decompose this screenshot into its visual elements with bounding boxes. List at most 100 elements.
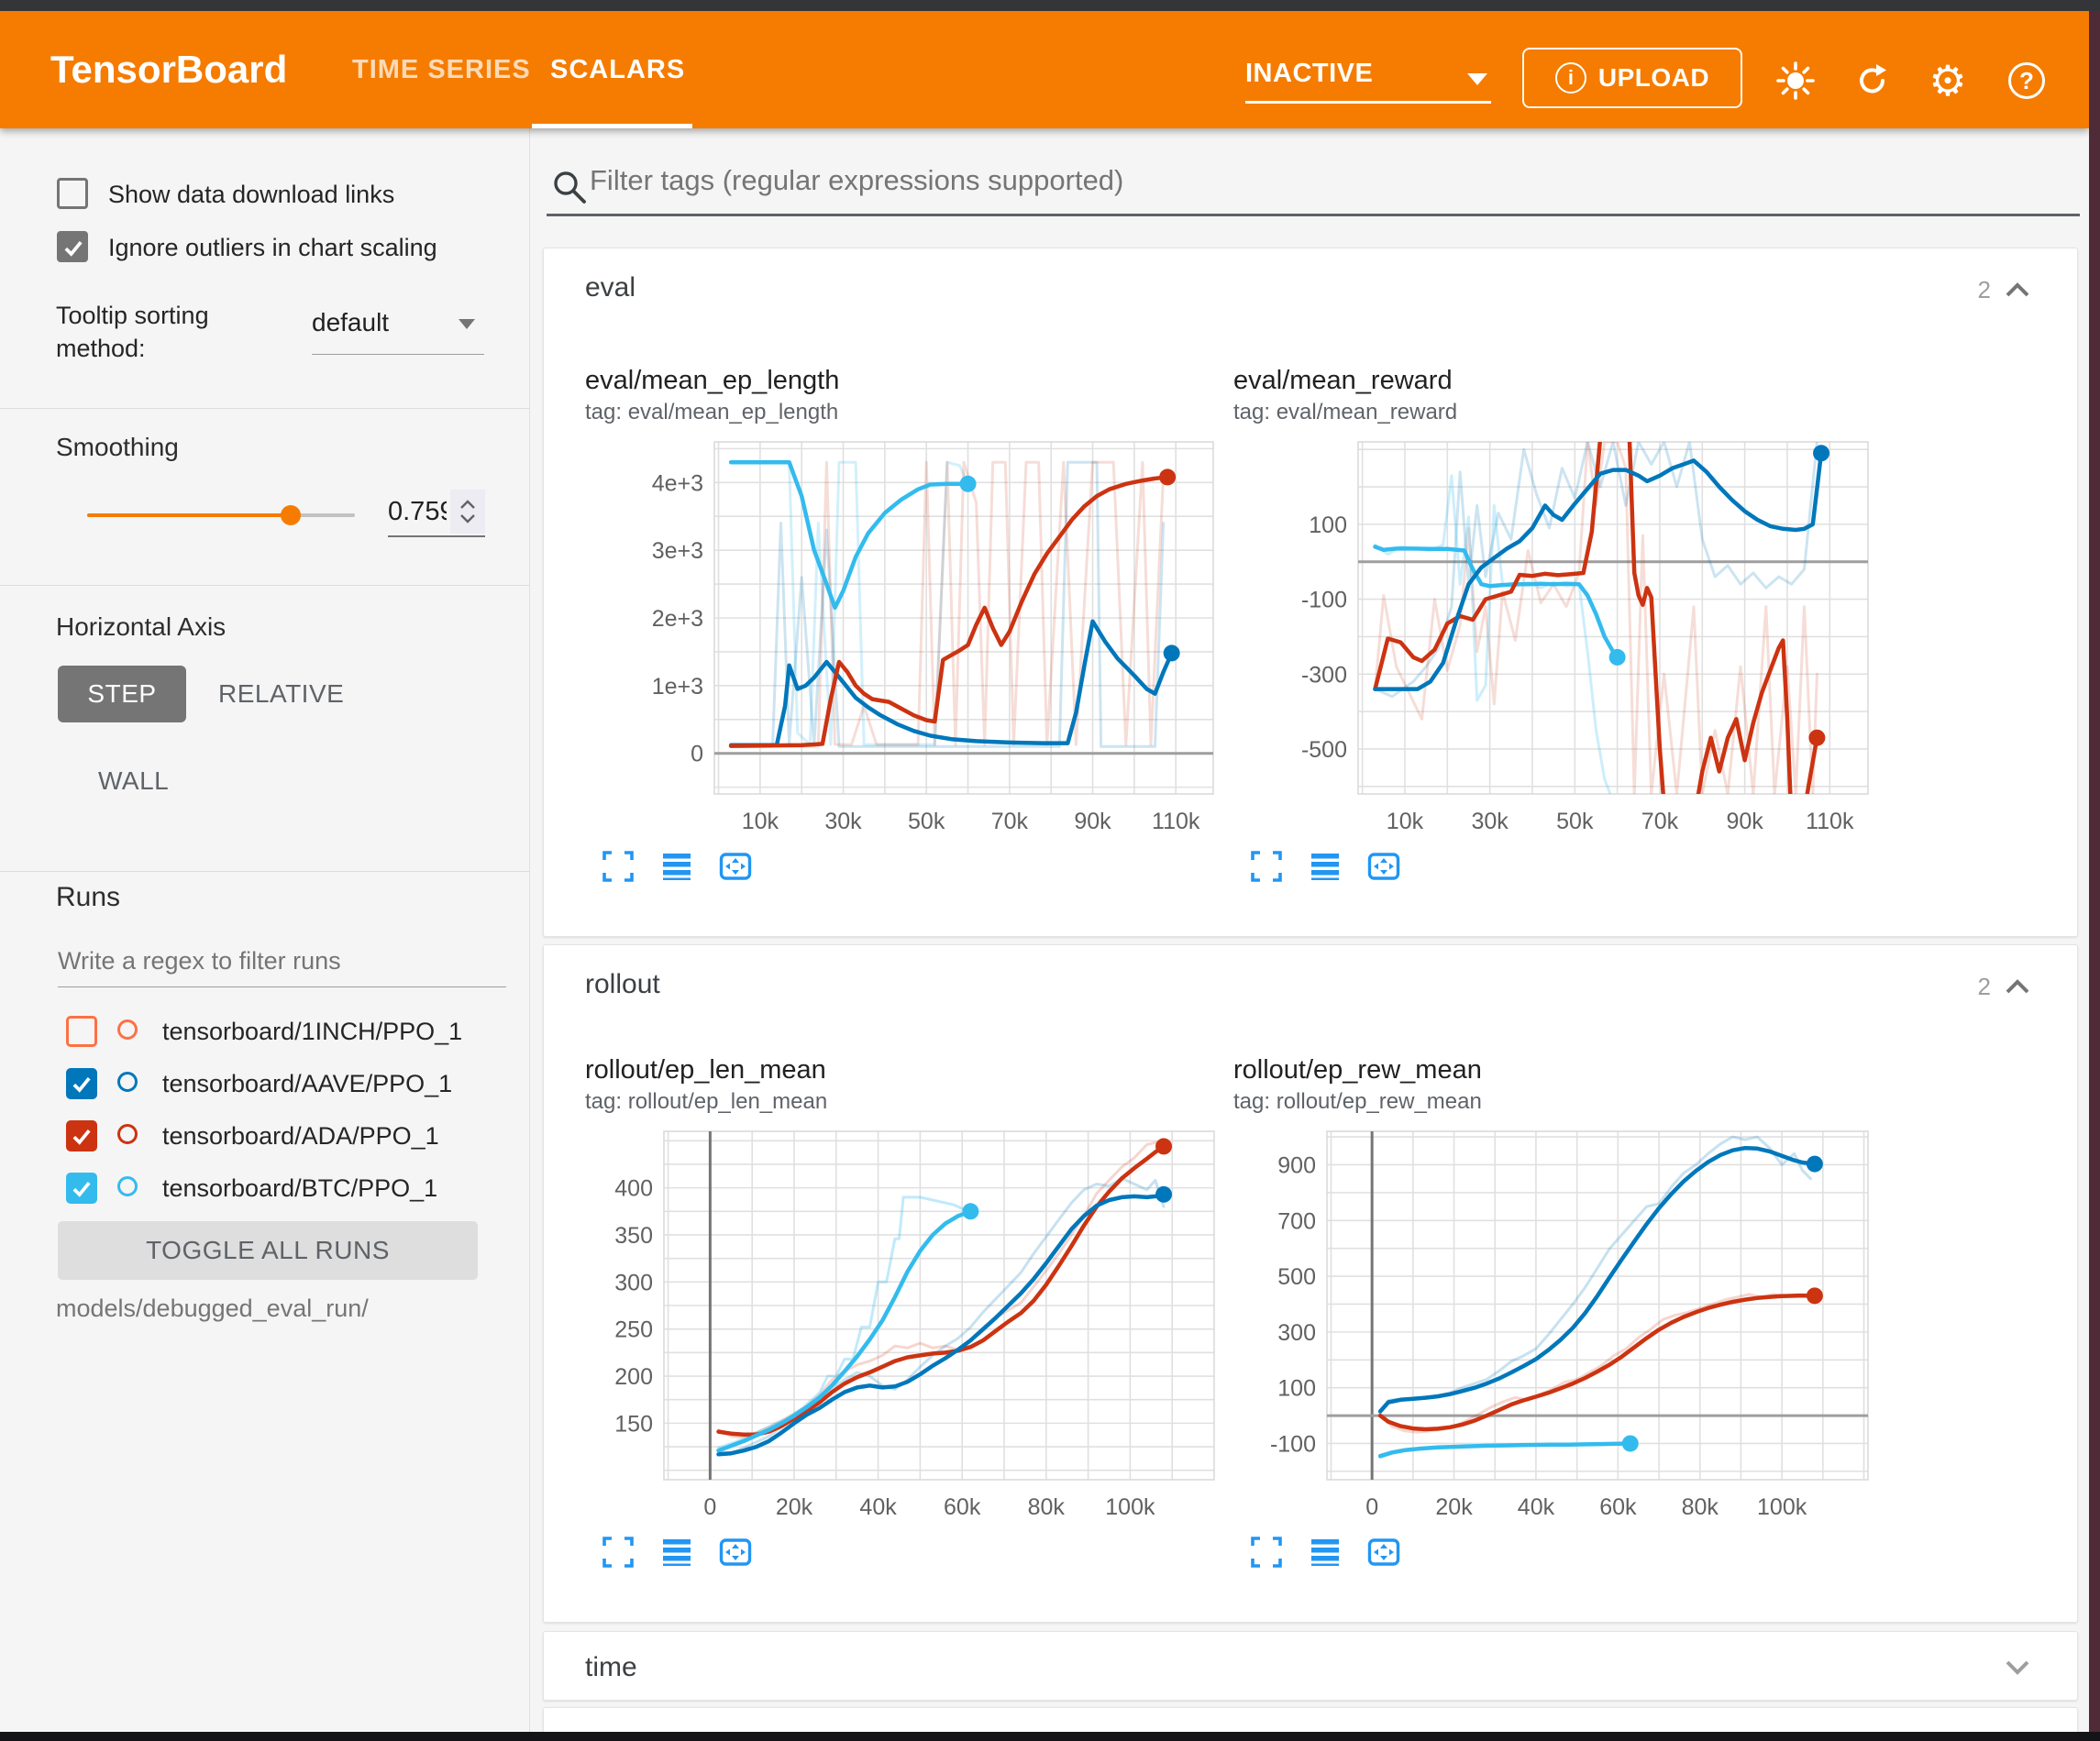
axis-option-wall[interactable]: WALL — [98, 755, 169, 807]
chart-title: rollout/ep_rew_mean — [1233, 1055, 1940, 1085]
svg-text:10k: 10k — [742, 809, 779, 834]
run-row[interactable]: tensorboard/1INCH/PPO_1 — [0, 1012, 530, 1052]
run-color-circle[interactable] — [117, 1019, 138, 1040]
run-label: tensorboard/ADA/PPO_1 — [162, 1122, 439, 1151]
fit-domain-icon[interactable] — [1367, 1536, 1400, 1573]
refresh-icon[interactable] — [1851, 59, 1895, 103]
svg-text:-300: -300 — [1301, 662, 1347, 688]
svg-text:100: 100 — [1309, 512, 1347, 538]
run-checkbox[interactable] — [66, 1173, 97, 1204]
data-table-icon[interactable] — [1309, 1536, 1342, 1573]
data-table-icon[interactable] — [660, 1536, 693, 1573]
tab-time-series[interactable]: TIME SERIES — [352, 11, 531, 128]
runs-filter-underline — [58, 986, 506, 987]
chart-toolbar — [1250, 850, 1940, 887]
fit-domain-icon[interactable] — [719, 850, 752, 887]
expand-icon[interactable] — [602, 850, 635, 887]
run-row[interactable]: tensorboard/BTC/PPO_1 — [0, 1169, 530, 1209]
svg-text:50k: 50k — [1556, 809, 1594, 834]
chart-plot[interactable]: 020k40k60k80k100k150200250300350400 — [585, 1124, 1233, 1532]
svg-text:250: 250 — [614, 1317, 653, 1343]
svg-text:350: 350 — [614, 1223, 653, 1249]
search-icon — [551, 169, 588, 205]
run-checkbox[interactable] — [66, 1120, 97, 1151]
chart-toolbar — [602, 1536, 1233, 1573]
brightness-icon[interactable] — [1774, 59, 1818, 103]
show-download-checkbox[interactable] — [57, 178, 88, 209]
run-checkbox[interactable] — [66, 1016, 97, 1047]
fit-domain-icon[interactable] — [1367, 850, 1400, 887]
run-checkbox[interactable] — [66, 1068, 97, 1099]
svg-text:80k: 80k — [1682, 1494, 1719, 1520]
horizontal-axis-label: Horizontal Axis — [56, 612, 226, 642]
collapse-up-icon[interactable] — [2004, 281, 2031, 300]
chart-tag: tag: rollout/ep_rew_mean — [1233, 1089, 1940, 1115]
gear-icon[interactable]: ⚙ — [1926, 59, 1970, 103]
svg-text:60k: 60k — [1599, 1494, 1637, 1520]
upload-button[interactable]: i UPLOAD — [1522, 48, 1742, 108]
smoothing-slider-thumb[interactable] — [281, 505, 301, 525]
svg-text:70k: 70k — [1641, 809, 1679, 834]
runs-prefix: models/debugged_eval_run/ — [56, 1295, 369, 1323]
chart-eval-mean-reward: eval/mean_reward tag: eval/mean_reward 1… — [1233, 366, 1940, 887]
run-color-circle[interactable] — [117, 1176, 138, 1196]
help-icon[interactable]: ? — [2005, 59, 2049, 103]
section-count: 2 — [1978, 276, 1991, 304]
svg-text:20k: 20k — [776, 1494, 813, 1520]
axis-option-step[interactable]: STEP — [58, 666, 186, 722]
chart-rollout-ep-len-mean: rollout/ep_len_mean tag: rollout/ep_len_… — [585, 1055, 1233, 1573]
chevron-down-icon — [1467, 73, 1487, 85]
tab-scalars[interactable]: SCALARS — [550, 11, 685, 128]
run-row[interactable]: tensorboard/ADA/PPO_1 — [0, 1117, 530, 1157]
active-tab-indicator — [532, 124, 692, 128]
data-table-icon[interactable] — [1309, 850, 1342, 887]
svg-text:0: 0 — [703, 1494, 716, 1520]
ignore-outliers-checkbox[interactable] — [57, 231, 88, 262]
chart-plot[interactable]: 10k30k50k70k90k110k01e+32e+33e+34e+3 — [585, 435, 1233, 846]
toggle-all-runs-button[interactable]: TOGGLE ALL RUNS — [58, 1221, 478, 1280]
smoothing-value-input[interactable] — [388, 491, 447, 532]
window-bottom-strip — [0, 1732, 2100, 1741]
expand-icon[interactable] — [1250, 850, 1283, 887]
svg-text:2e+3: 2e+3 — [652, 606, 703, 632]
runs-filter-input[interactable] — [58, 942, 480, 979]
collapse-down-icon[interactable] — [2004, 1658, 2031, 1676]
svg-text:100: 100 — [1277, 1376, 1316, 1402]
svg-text:300: 300 — [614, 1270, 653, 1295]
svg-text:110k: 110k — [1806, 809, 1854, 834]
chart-tag: tag: eval/mean_reward — [1233, 400, 1940, 425]
chart-rollout-ep-rew-mean: rollout/ep_rew_mean tag: rollout/ep_rew_… — [1233, 1055, 1940, 1573]
run-label: tensorboard/BTC/PPO_1 — [162, 1174, 437, 1203]
run-color-circle[interactable] — [117, 1072, 138, 1092]
smoothing-stepper[interactable] — [450, 490, 485, 534]
tooltip-sorting-value: default — [312, 308, 389, 336]
svg-text:0: 0 — [691, 742, 703, 767]
svg-text:900: 900 — [1277, 1152, 1316, 1178]
tag-filter-underline — [547, 214, 2080, 216]
axis-option-relative[interactable]: RELATIVE — [218, 666, 344, 722]
run-row[interactable]: tensorboard/AAVE/PPO_1 — [0, 1064, 530, 1105]
smoothing-label: Smoothing — [56, 433, 179, 462]
svg-text:30k: 30k — [824, 809, 862, 834]
chart-plot[interactable]: 020k40k60k80k100k-100100300500700900 — [1233, 1124, 1940, 1532]
data-table-icon[interactable] — [660, 850, 693, 887]
expand-icon[interactable] — [602, 1536, 635, 1573]
section-card-time: time — [543, 1631, 2078, 1701]
collapse-up-icon[interactable] — [2004, 978, 2031, 997]
fit-domain-icon[interactable] — [719, 1536, 752, 1573]
svg-text:80k: 80k — [1028, 1494, 1066, 1520]
expand-icon[interactable] — [1250, 1536, 1283, 1573]
svg-text:60k: 60k — [944, 1494, 981, 1520]
runs-label: Runs — [56, 882, 120, 913]
section-name: time — [585, 1652, 637, 1683]
svg-text:200: 200 — [614, 1364, 653, 1390]
tooltip-sorting-select[interactable]: default — [312, 308, 484, 356]
tag-filter-input[interactable] — [590, 158, 2039, 204]
section-name: eval — [585, 272, 636, 303]
smoothing-slider-filled[interactable] — [87, 513, 291, 517]
info-icon: i — [1555, 62, 1586, 94]
run-color-circle[interactable] — [117, 1124, 138, 1144]
chart-plot[interactable]: 10k30k50k70k90k110k100-100-300-500 — [1233, 435, 1940, 846]
svg-text:70k: 70k — [991, 809, 1029, 834]
svg-text:-100: -100 — [1270, 1431, 1316, 1457]
